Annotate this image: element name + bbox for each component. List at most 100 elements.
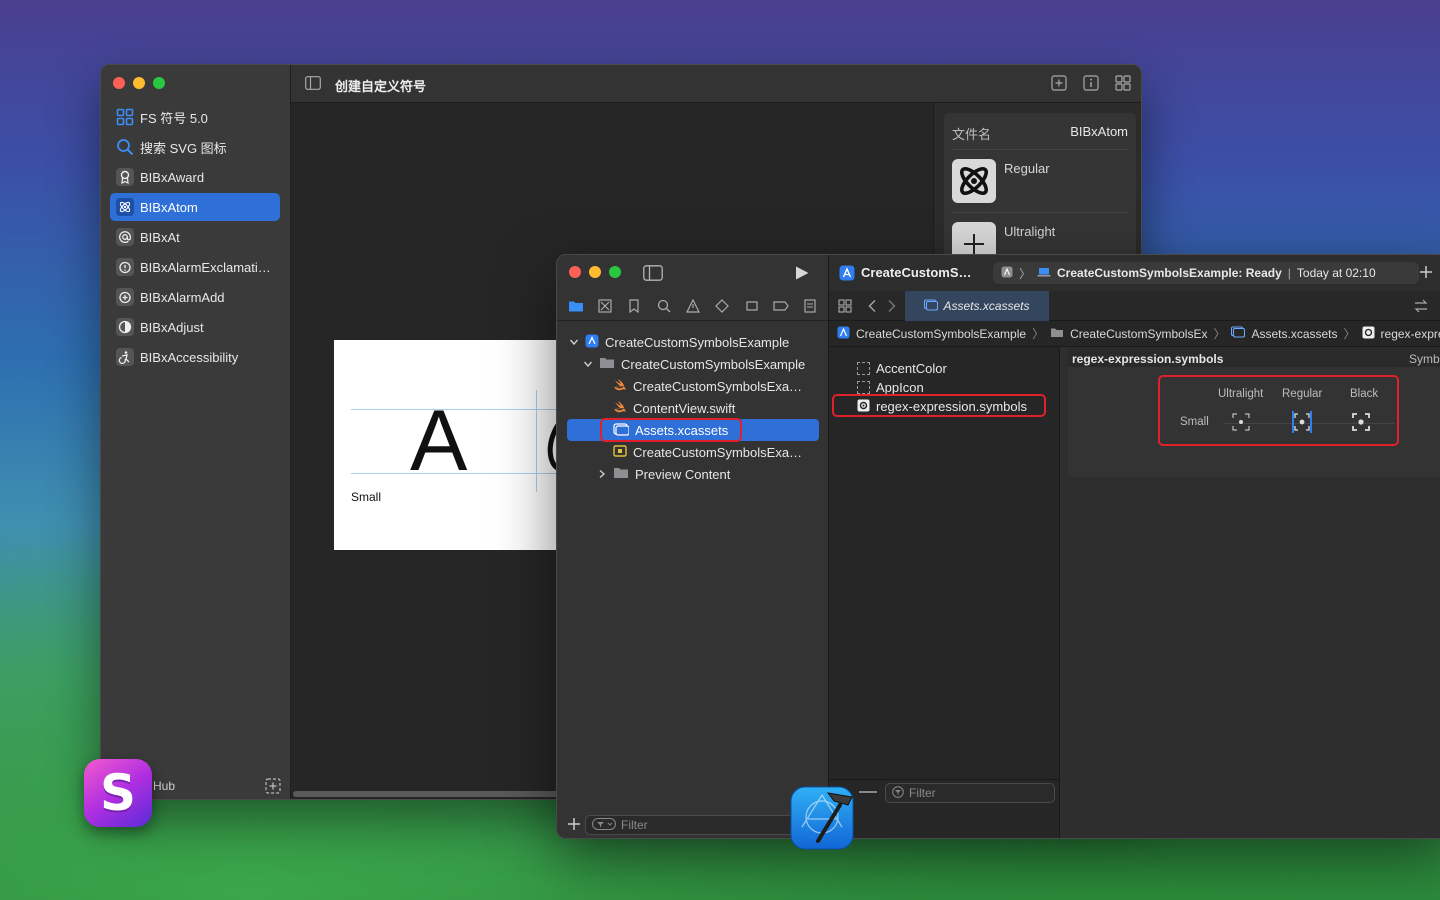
jump-bar-item[interactable]: regex-expression.s bbox=[1381, 327, 1440, 341]
sidebar-item-label: BIBxAccessibility bbox=[140, 349, 239, 365]
tree-item-folder[interactable]: CreateCustomSymbolsExample bbox=[583, 353, 805, 375]
symbol-name: regex-expression.symbols bbox=[1072, 352, 1224, 366]
sidebar-toggle-icon[interactable] bbox=[643, 265, 663, 281]
navigator-filter[interactable]: Filter bbox=[585, 815, 821, 835]
breakpoint-icon[interactable] bbox=[773, 298, 789, 314]
sidebar-item-bibxaccessibility[interactable]: BIBxAccessibility bbox=[110, 343, 280, 371]
project-navigator: CreateCustomSymbolsExample CreateCustomS… bbox=[557, 255, 829, 838]
chevron-right-icon: 〉 bbox=[1019, 266, 1032, 281]
add-file-icon[interactable] bbox=[567, 817, 581, 831]
entitlements-icon bbox=[613, 444, 627, 461]
project-icon bbox=[585, 334, 599, 351]
s-app-icon[interactable]: S bbox=[84, 759, 152, 827]
tree-item-file[interactable]: CreateCustomSymbolsExa… bbox=[613, 375, 802, 397]
add-symbol-icon[interactable] bbox=[265, 778, 281, 794]
sidebar-item-bibxatom[interactable]: BIBxAtom bbox=[110, 193, 280, 221]
sidebar-item-label: FS 符号 5.0 bbox=[140, 110, 208, 126]
bookmark-icon[interactable] bbox=[626, 298, 642, 314]
add-frame-icon[interactable] bbox=[1051, 75, 1067, 91]
sidebar-item-label: BIBxAdjust bbox=[140, 319, 204, 335]
preview-size-label: Small bbox=[351, 490, 382, 504]
status-text: CreateCustomSymbolsExample: Ready bbox=[1057, 266, 1282, 280]
warning-icon[interactable] bbox=[685, 298, 701, 314]
jump-bar-item[interactable]: CreateCustomSymbolsEx bbox=[1070, 327, 1207, 341]
tree-item-label: ContentView.swift bbox=[633, 400, 736, 416]
tree-item-file[interactable]: CreateCustomSymbolsExa… bbox=[613, 441, 802, 463]
tree-item-project[interactable]: CreateCustomSymbolsExample bbox=[569, 331, 789, 353]
sidebar-item-search-svg[interactable]: 搜索 SVG 图标 bbox=[110, 133, 280, 161]
sidebar-item-label: BIBxAlarmAdd bbox=[140, 289, 225, 305]
weight-thumb-regular[interactable] bbox=[952, 159, 996, 203]
horizontal-scrollbar[interactable] bbox=[293, 791, 573, 797]
sidebar-toggle-icon[interactable] bbox=[305, 76, 321, 90]
chevron-right-icon: 〉 bbox=[1213, 327, 1226, 341]
debug-icon[interactable] bbox=[744, 298, 760, 314]
filter-icon bbox=[892, 785, 904, 801]
tree-item-label: Preview Content bbox=[635, 466, 731, 482]
tree-item-label: CreateCustomSymbolsExample bbox=[605, 334, 790, 350]
jump-bar-item[interactable]: Assets.xcassets bbox=[1251, 327, 1337, 341]
navigator-toolbar bbox=[557, 255, 829, 291]
xcode-app-icon[interactable] bbox=[790, 783, 858, 851]
sidebar-item-bibxalarmadd[interactable]: BIBxAlarmAdd bbox=[110, 283, 280, 311]
chevron-down-icon[interactable] bbox=[569, 337, 579, 347]
asset-filter[interactable]: Filter bbox=[885, 783, 1055, 803]
tab-label: Assets.xcassets bbox=[943, 299, 1030, 313]
sidebar-item-bibxat[interactable]: BIBxAt bbox=[110, 223, 280, 251]
sidebar-footer-label: Hub bbox=[153, 779, 176, 793]
chevron-right-icon: 〉 bbox=[1343, 327, 1356, 341]
adjust-icon bbox=[116, 318, 134, 336]
chevron-down-icon[interactable] bbox=[583, 359, 593, 369]
highlight-box bbox=[832, 394, 1046, 417]
divider bbox=[952, 212, 1128, 213]
search-icon[interactable] bbox=[656, 298, 672, 314]
filename-value: BIBxAtom bbox=[1070, 124, 1128, 139]
highlight-box bbox=[600, 418, 742, 442]
filename-label: 文件名 bbox=[952, 127, 992, 142]
sidebar-item-bibxaward[interactable]: BIBxAward bbox=[110, 163, 280, 191]
jump-bar-item[interactable]: CreateCustomSymbolsExample bbox=[856, 327, 1026, 341]
close-button[interactable] bbox=[113, 77, 125, 89]
at-icon bbox=[116, 228, 134, 246]
zoom-button[interactable] bbox=[153, 77, 165, 89]
symbol-set-icon bbox=[1362, 326, 1375, 342]
minimize-button[interactable] bbox=[133, 77, 145, 89]
project-icon bbox=[837, 326, 850, 342]
award-icon bbox=[116, 168, 134, 186]
add-icon[interactable] bbox=[1419, 265, 1433, 279]
folder-icon[interactable] bbox=[568, 298, 584, 314]
sidebar-item-label: BIBxAtom bbox=[140, 199, 198, 215]
source-control-icon[interactable] bbox=[597, 298, 613, 314]
swap-icon[interactable] bbox=[1413, 299, 1429, 313]
scheme-name[interactable]: CreateCustomS… bbox=[861, 265, 972, 280]
close-button[interactable] bbox=[569, 266, 581, 278]
sidebar-item-bibxalarmexclamation[interactable]: BIBxAlarmExclamati… bbox=[110, 253, 280, 281]
toolbar: 创建自定义符号 bbox=[291, 65, 1141, 103]
forward-icon[interactable] bbox=[887, 299, 897, 313]
info-icon[interactable] bbox=[1083, 75, 1099, 91]
asset-item-accentcolor[interactable]: AccentColor bbox=[857, 359, 947, 378]
test-icon[interactable] bbox=[714, 298, 730, 314]
sidebar-item-bibxadjust[interactable]: BIBxAdjust bbox=[110, 313, 280, 341]
grid-view-icon[interactable] bbox=[1115, 75, 1131, 91]
laptop-icon bbox=[1037, 266, 1051, 280]
folder-icon bbox=[613, 466, 629, 482]
tree-item-file[interactable]: ContentView.swift bbox=[613, 397, 735, 419]
related-items-icon[interactable] bbox=[838, 299, 852, 313]
zoom-button[interactable] bbox=[609, 266, 621, 278]
report-icon[interactable] bbox=[802, 298, 818, 314]
grid-icon bbox=[116, 108, 134, 126]
remove-icon[interactable] bbox=[859, 791, 877, 793]
back-icon[interactable] bbox=[867, 299, 877, 313]
asset-list: AccentColor AppIcon regex-expression.sym… bbox=[829, 347, 1060, 838]
tab-assets[interactable]: Assets.xcassets bbox=[905, 291, 1049, 321]
chevron-right-icon[interactable] bbox=[597, 469, 607, 479]
symbol-preview: A Small bbox=[334, 340, 593, 550]
run-icon[interactable] bbox=[794, 265, 810, 281]
sidebar-item-fs-symbols[interactable]: FS 符号 5.0 bbox=[110, 103, 280, 131]
preview-glyph: A bbox=[410, 393, 468, 489]
tree-item-folder[interactable]: Preview Content bbox=[597, 463, 730, 485]
filter-placeholder: Filter bbox=[909, 786, 936, 800]
minimize-button[interactable] bbox=[589, 266, 601, 278]
symbol-detail: regex-expression.symbols Symbo Ultraligh… bbox=[1060, 347, 1440, 838]
